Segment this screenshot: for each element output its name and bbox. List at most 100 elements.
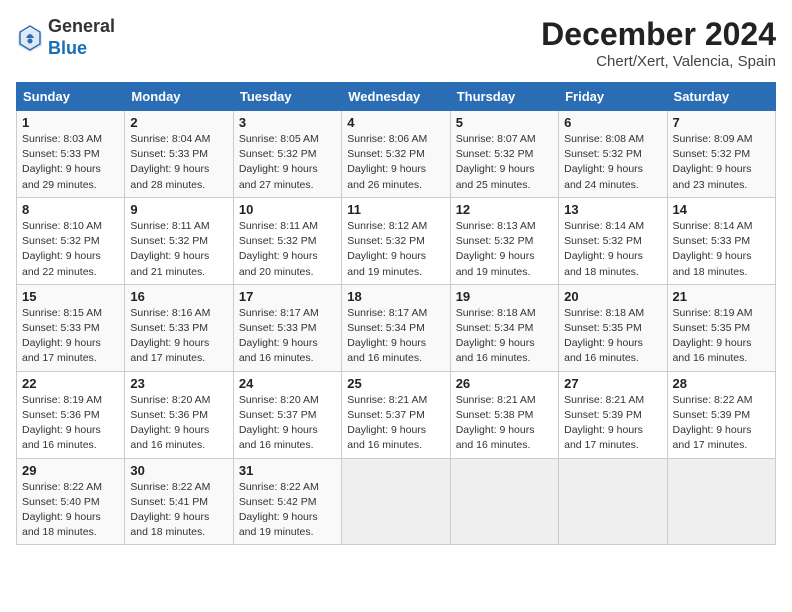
day-detail: Sunrise: 8:07 AMSunset: 5:32 PMDaylight:… [456, 132, 553, 193]
calendar-cell: 13Sunrise: 8:14 AMSunset: 5:32 PMDayligh… [559, 197, 667, 284]
day-detail: Sunrise: 8:05 AMSunset: 5:32 PMDaylight:… [239, 132, 336, 193]
calendar-cell: 16Sunrise: 8:16 AMSunset: 5:33 PMDayligh… [125, 284, 233, 371]
calendar-cell: 26Sunrise: 8:21 AMSunset: 5:38 PMDayligh… [450, 371, 558, 458]
day-number: 19 [456, 289, 553, 304]
calendar-cell: 9Sunrise: 8:11 AMSunset: 5:32 PMDaylight… [125, 197, 233, 284]
day-detail: Sunrise: 8:03 AMSunset: 5:33 PMDaylight:… [22, 132, 119, 193]
weekday-friday: Friday [559, 83, 667, 111]
day-number: 22 [22, 376, 119, 391]
day-detail: Sunrise: 8:19 AMSunset: 5:36 PMDaylight:… [22, 393, 119, 454]
title-block: December 2024 Chert/Xert, Valencia, Spai… [541, 16, 776, 70]
day-detail: Sunrise: 8:21 AMSunset: 5:37 PMDaylight:… [347, 393, 444, 454]
day-number: 18 [347, 289, 444, 304]
day-number: 31 [239, 463, 336, 478]
calendar-week-2: 8Sunrise: 8:10 AMSunset: 5:32 PMDaylight… [17, 197, 776, 284]
calendar-cell: 10 Sunrise: 8:11 AMSunset: 5:32 PMDayligh… [233, 197, 341, 284]
day-detail: Sunrise: 8:14 AMSunset: 5:33 PMDaylight:… [673, 219, 770, 280]
calendar-cell: 27Sunrise: 8:21 AMSunset: 5:39 PMDayligh… [559, 371, 667, 458]
weekday-tuesday: Tuesday [233, 83, 341, 111]
calendar-week-1: 1Sunrise: 8:03 AMSunset: 5:33 PMDaylight… [17, 111, 776, 198]
day-detail: Sunrise: 8:09 AMSunset: 5:32 PMDaylight:… [673, 132, 770, 193]
day-number: 8 [22, 202, 119, 217]
weekday-thursday: Thursday [450, 83, 558, 111]
calendar-week-4: 22 Sunrise: 8:19 AMSunset: 5:36 PMDayligh… [17, 371, 776, 458]
calendar-cell: 24Sunrise: 8:20 AMSunset: 5:37 PMDayligh… [233, 371, 341, 458]
calendar-cell: 2Sunrise: 8:04 AMSunset: 5:33 PMDaylight… [125, 111, 233, 198]
day-detail: Sunrise: 8:20 AMSunset: 5:37 PMDaylight:… [239, 393, 336, 454]
logo-icon [16, 24, 44, 52]
day-detail: Sunrise: 8:21 AMSunset: 5:39 PMDaylight:… [564, 393, 661, 454]
day-detail: Sunrise: 8:06 AMSunset: 5:32 PMDaylight:… [347, 132, 444, 193]
day-detail: Sunrise: 8:22 AMSunset: 5:41 PMDaylight:… [130, 480, 227, 541]
day-number: 4 [347, 115, 444, 130]
day-detail: Sunrise: 8:11 AMSunset: 5:32 PMDaylight:… [239, 219, 336, 280]
calendar-cell: 28 Sunrise: 8:22 AMSunset: 5:39 PMDayligh… [667, 371, 775, 458]
calendar-cell: 31 Sunrise: 8:22 AMSunset: 5:42 PMDayligh… [233, 458, 341, 545]
calendar-cell [450, 458, 558, 545]
day-detail: Sunrise: 8:20 AMSunset: 5:36 PMDaylight:… [130, 393, 227, 454]
weekday-monday: Monday [125, 83, 233, 111]
calendar-cell: 20 Sunrise: 8:18 AMSunset: 5:35 PMDayligh… [559, 284, 667, 371]
day-number: 29 [22, 463, 119, 478]
calendar-cell: 15 Sunrise: 8:15 AMSunset: 5:33 PMDayligh… [17, 284, 125, 371]
day-number: 28 [673, 376, 770, 391]
day-number: 17 [239, 289, 336, 304]
day-detail: Sunrise: 8:18 AMSunset: 5:35 PMDaylight:… [564, 306, 661, 367]
day-number: 21 [673, 289, 770, 304]
calendar-cell [559, 458, 667, 545]
weekday-saturday: Saturday [667, 83, 775, 111]
day-detail: Sunrise: 8:22 AMSunset: 5:39 PMDaylight:… [673, 393, 770, 454]
calendar-cell: 29 Sunrise: 8:22 AMSunset: 5:40 PMDayligh… [17, 458, 125, 545]
calendar-table: SundayMondayTuesdayWednesdayThursdayFrid… [16, 82, 776, 545]
calendar-title: December 2024 [541, 16, 776, 53]
day-detail: Sunrise: 8:15 AMSunset: 5:33 PMDaylight:… [22, 306, 119, 367]
calendar-cell: 6 Sunrise: 8:08 AMSunset: 5:32 PMDaylight… [559, 111, 667, 198]
weekday-sunday: Sunday [17, 83, 125, 111]
calendar-cell: 5Sunrise: 8:07 AMSunset: 5:32 PMDaylight… [450, 111, 558, 198]
calendar-body: 1Sunrise: 8:03 AMSunset: 5:33 PMDaylight… [17, 111, 776, 545]
calendar-cell: 25Sunrise: 8:21 AMSunset: 5:37 PMDayligh… [342, 371, 450, 458]
day-number: 20 [564, 289, 661, 304]
day-number: 7 [673, 115, 770, 130]
calendar-cell: 12 Sunrise: 8:13 AMSunset: 5:32 PMDayligh… [450, 197, 558, 284]
day-number: 23 [130, 376, 227, 391]
day-detail: Sunrise: 8:19 AMSunset: 5:35 PMDaylight:… [673, 306, 770, 367]
logo-text: General Blue [48, 16, 115, 59]
logo: General Blue [16, 16, 115, 59]
day-detail: Sunrise: 8:13 AMSunset: 5:32 PMDaylight:… [456, 219, 553, 280]
day-detail: Sunrise: 8:12 AMSunset: 5:32 PMDaylight:… [347, 219, 444, 280]
day-number: 6 [564, 115, 661, 130]
day-number: 3 [239, 115, 336, 130]
day-detail: Sunrise: 8:17 AMSunset: 5:33 PMDaylight:… [239, 306, 336, 367]
calendar-cell: 1Sunrise: 8:03 AMSunset: 5:33 PMDaylight… [17, 111, 125, 198]
weekday-header-row: SundayMondayTuesdayWednesdayThursdayFrid… [17, 83, 776, 111]
calendar-cell: 21 Sunrise: 8:19 AMSunset: 5:35 PMDayligh… [667, 284, 775, 371]
calendar-cell: 17 Sunrise: 8:17 AMSunset: 5:33 PMDayligh… [233, 284, 341, 371]
calendar-subtitle: Chert/Xert, Valencia, Spain [541, 53, 776, 70]
day-detail: Sunrise: 8:22 AMSunset: 5:42 PMDaylight:… [239, 480, 336, 541]
calendar-cell: 22 Sunrise: 8:19 AMSunset: 5:36 PMDayligh… [17, 371, 125, 458]
calendar-cell: 4 Sunrise: 8:06 AMSunset: 5:32 PMDaylight… [342, 111, 450, 198]
day-number: 13 [564, 202, 661, 217]
day-detail: Sunrise: 8:08 AMSunset: 5:32 PMDaylight:… [564, 132, 661, 193]
day-number: 9 [130, 202, 227, 217]
calendar-cell: 11 Sunrise: 8:12 AMSunset: 5:32 PMDayligh… [342, 197, 450, 284]
day-detail: Sunrise: 8:04 AMSunset: 5:33 PMDaylight:… [130, 132, 227, 193]
calendar-cell [667, 458, 775, 545]
weekday-wednesday: Wednesday [342, 83, 450, 111]
day-number: 15 [22, 289, 119, 304]
day-detail: Sunrise: 8:21 AMSunset: 5:38 PMDaylight:… [456, 393, 553, 454]
calendar-cell: 19 Sunrise: 8:18 AMSunset: 5:34 PMDayligh… [450, 284, 558, 371]
calendar-week-3: 15 Sunrise: 8:15 AMSunset: 5:33 PMDayligh… [17, 284, 776, 371]
calendar-week-5: 29 Sunrise: 8:22 AMSunset: 5:40 PMDayligh… [17, 458, 776, 545]
day-number: 11 [347, 202, 444, 217]
calendar-cell: 7 Sunrise: 8:09 AMSunset: 5:32 PMDaylight… [667, 111, 775, 198]
day-detail: Sunrise: 8:22 AMSunset: 5:40 PMDaylight:… [22, 480, 119, 541]
calendar-cell: 14 Sunrise: 8:14 AMSunset: 5:33 PMDayligh… [667, 197, 775, 284]
page-header: General Blue December 2024 Chert/Xert, V… [16, 16, 776, 70]
calendar-cell: 30Sunrise: 8:22 AMSunset: 5:41 PMDayligh… [125, 458, 233, 545]
day-number: 12 [456, 202, 553, 217]
day-detail: Sunrise: 8:18 AMSunset: 5:34 PMDaylight:… [456, 306, 553, 367]
day-number: 10 [239, 202, 336, 217]
day-number: 14 [673, 202, 770, 217]
